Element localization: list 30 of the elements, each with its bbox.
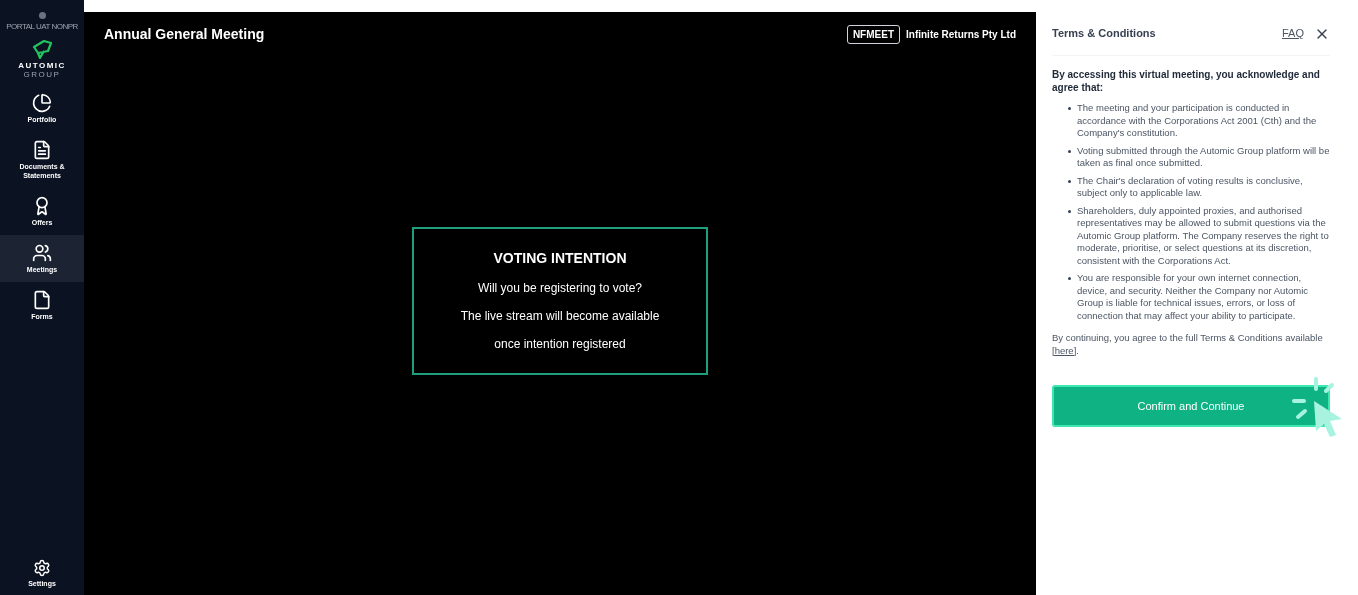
terms-item: Shareholders, duly appointed proxies, and authorised representatives may be allowed to submit questions via the Automic Group platform. The Company reserves the right to moderate, prioritise, or select questions at its discretion, consistent with the Corporations Act. [1077,204,1330,267]
terms-item: You are responsible for your own internet connection, device, and security. Neither the Company nor Automic Group is liable for technical issues, errors, or loss of connection that may affect your ability to participate. [1077,272,1310,322]
bullet-icon [1068,277,1071,280]
environment-label: PORTAL UAT NONPR [6,21,78,33]
meeting-title: Annual General Meeting [104,24,265,44]
closing-text: By continuing, you agree to the full Terms & Conditions available [here]. [1052,332,1324,357]
terms-item: Voting submitted through the Automic Group platform will be taken as final once submitted. [1077,144,1330,170]
document-icon [32,140,52,160]
card-text: The live stream will become available [460,308,660,325]
panel-title: Terms & Conditions [1052,26,1156,42]
logo-text: AUTOMIC [18,61,66,70]
terms-item: The meeting and your participation is conducted in accordance with the Corporations Act 2001 (Cth) and the Company's constitution. [1077,102,1318,140]
bullet-icon [1068,149,1071,153]
bullet-icon [1068,179,1071,183]
terms-intro: By accessing this virtual meeting, you acknowledge and agree that: [1052,68,1321,94]
terms-item: The Chair's declaration of voting results is conclusive, subject only to applicable law. [1077,174,1304,200]
meeting-code-badge: NFMEET [846,24,900,44]
logo-subtext: GROUP [23,70,61,79]
card-text: Will you be registering to vote? [477,280,643,297]
file-icon [32,290,52,310]
logo-icon [30,39,54,59]
card-text: once intention registered [494,336,626,353]
company-name: Infinite Returns Pty Ltd [906,27,1016,42]
bullet-icon [1068,209,1071,213]
pie-chart-icon [32,93,52,113]
settings-icon [33,558,51,577]
bullet-icon [1068,107,1071,110]
card-title: VOTING INTENTION [493,249,627,268]
faq-link[interactable]: FAQ [1282,25,1304,42]
users-icon [32,243,52,263]
